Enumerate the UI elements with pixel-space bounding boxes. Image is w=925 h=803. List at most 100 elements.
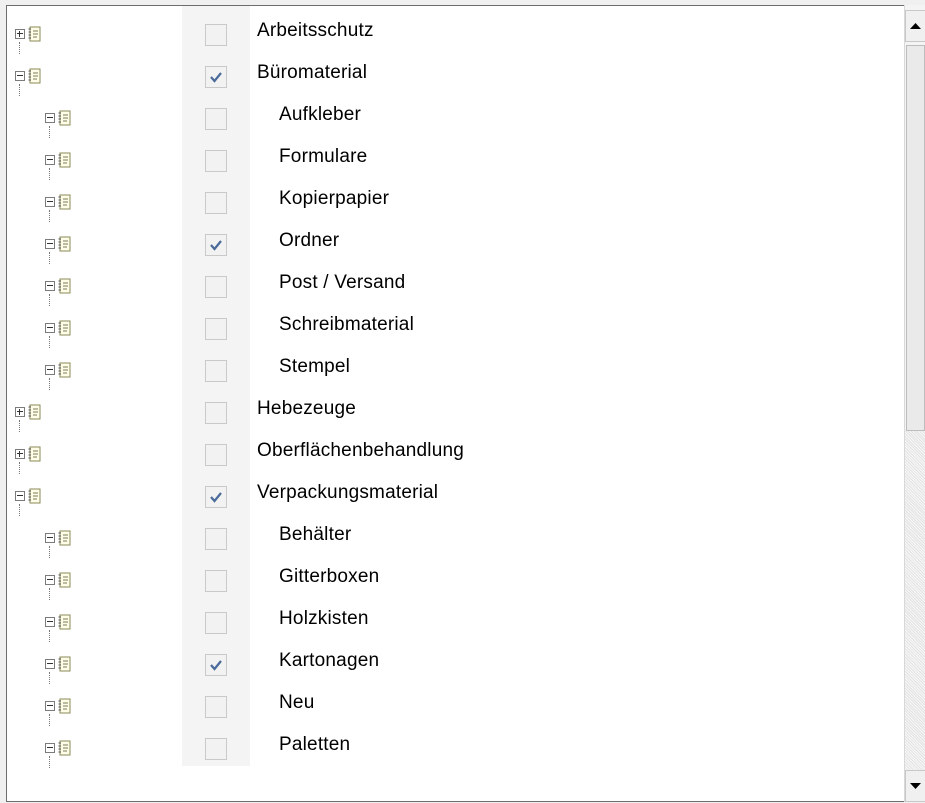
checkbox[interactable] <box>205 108 227 130</box>
checkbox-checked[interactable] <box>205 66 227 88</box>
checkbox[interactable] <box>205 612 227 634</box>
checkbox[interactable] <box>205 276 227 298</box>
note-icon <box>58 362 71 378</box>
note-icon <box>58 110 71 126</box>
tree-row[interactable]: Aufkleber <box>7 96 897 138</box>
tree-connector <box>49 714 50 726</box>
checkbox[interactable] <box>205 150 227 172</box>
tree-connector <box>49 630 50 642</box>
tree-connector <box>19 504 20 516</box>
tree-row[interactable]: Formulare <box>7 138 897 180</box>
note-icon <box>28 404 41 420</box>
collapse-icon[interactable] <box>45 701 55 711</box>
expand-icon[interactable] <box>15 407 25 417</box>
note-icon <box>58 152 71 168</box>
tree-item-label[interactable]: Behälter <box>279 524 351 546</box>
tree-item-label[interactable]: Arbeitsschutz <box>257 20 374 42</box>
tree-item-label[interactable]: Kopierpapier <box>279 188 389 210</box>
tree-item-label[interactable]: Formulare <box>279 146 367 168</box>
expand-icon[interactable] <box>15 29 25 39</box>
checkbox-checked[interactable] <box>205 486 227 508</box>
tree-row[interactable]: Schreibmaterial <box>7 306 897 348</box>
checkbox[interactable] <box>205 444 227 466</box>
scroll-up-button[interactable] <box>905 10 925 42</box>
collapse-icon[interactable] <box>45 323 55 333</box>
checkbox[interactable] <box>205 24 227 46</box>
note-icon <box>28 446 41 462</box>
arrow-down-icon <box>910 783 921 789</box>
tree-item-label[interactable]: Oberflächenbehandlung <box>257 440 464 462</box>
note-icon <box>58 656 71 672</box>
note-icon <box>58 320 71 336</box>
tree-item-label[interactable]: Stempel <box>279 356 350 378</box>
tree-item-label[interactable]: Holzkisten <box>279 608 369 630</box>
category-tree[interactable]: Arbeitsschutz Büromaterial Aufkleber Formul… <box>6 5 904 802</box>
tree-item-label[interactable]: Büromaterial <box>257 62 367 84</box>
collapse-icon[interactable] <box>15 491 25 501</box>
tree-row[interactable]: Behälter <box>7 516 897 558</box>
tree-connector <box>49 336 50 348</box>
tree-row[interactable]: Holzkisten <box>7 600 897 642</box>
tree-row[interactable]: Neu <box>7 684 897 726</box>
scrollbar-thumb[interactable] <box>906 45 925 431</box>
collapse-icon[interactable] <box>45 575 55 585</box>
checkbox[interactable] <box>205 696 227 718</box>
tree-connector <box>49 168 50 180</box>
tree-item-label[interactable]: Paletten <box>279 734 350 756</box>
tree-row[interactable]: Verpackungsmaterial <box>7 474 897 516</box>
tree-row[interactable]: Paletten <box>7 726 897 768</box>
tree-item-label[interactable]: Aufkleber <box>279 104 361 126</box>
note-icon <box>28 68 41 84</box>
tree-row[interactable]: Hebezeuge <box>7 390 897 432</box>
collapse-icon[interactable] <box>45 533 55 543</box>
collapse-icon[interactable] <box>45 239 55 249</box>
vertical-scrollbar[interactable] <box>904 5 925 802</box>
tree-item-label[interactable]: Verpackungsmaterial <box>257 482 438 504</box>
tree-row[interactable]: Post / Versand <box>7 264 897 306</box>
tree-row[interactable]: Stempel <box>7 348 897 390</box>
scroll-down-button[interactable] <box>905 770 925 802</box>
tree-connector <box>49 546 50 558</box>
note-icon <box>58 698 71 714</box>
collapse-icon[interactable] <box>45 281 55 291</box>
checkbox[interactable] <box>205 318 227 340</box>
checkbox[interactable] <box>205 192 227 214</box>
tree-row[interactable]: Gitterboxen <box>7 558 897 600</box>
collapse-icon[interactable] <box>45 743 55 753</box>
tree-row[interactable]: Büromaterial <box>7 54 897 96</box>
tree-connector <box>49 294 50 306</box>
tree-row[interactable]: Arbeitsschutz <box>7 12 897 54</box>
arrow-up-icon <box>910 23 921 29</box>
collapse-icon[interactable] <box>45 365 55 375</box>
tree-row[interactable]: Ordner <box>7 222 897 264</box>
tree-item-label[interactable]: Post / Versand <box>279 272 405 294</box>
note-icon <box>58 740 71 756</box>
checkmark-icon <box>210 240 222 251</box>
collapse-icon[interactable] <box>45 197 55 207</box>
collapse-icon[interactable] <box>45 113 55 123</box>
tree-item-label[interactable]: Ordner <box>279 230 339 252</box>
tree-connector <box>19 84 20 96</box>
tree-row[interactable]: Kartonagen <box>7 642 897 684</box>
checkbox[interactable] <box>205 360 227 382</box>
expand-icon[interactable] <box>15 449 25 459</box>
collapse-icon[interactable] <box>45 659 55 669</box>
tree-item-label[interactable]: Kartonagen <box>279 650 379 672</box>
checkbox[interactable] <box>205 528 227 550</box>
checkbox[interactable] <box>205 738 227 760</box>
tree-row[interactable]: Kopierpapier <box>7 180 897 222</box>
collapse-icon[interactable] <box>45 617 55 627</box>
tree-row[interactable]: Oberflächenbehandlung <box>7 432 897 474</box>
tree-connector <box>49 210 50 222</box>
tree-item-label[interactable]: Neu <box>279 692 314 714</box>
tree-item-label[interactable]: Hebezeuge <box>257 398 356 420</box>
scrollbar-track[interactable] <box>905 431 925 775</box>
tree-item-label[interactable]: Gitterboxen <box>279 566 379 588</box>
checkbox[interactable] <box>205 570 227 592</box>
checkbox-checked[interactable] <box>205 234 227 256</box>
collapse-icon[interactable] <box>45 155 55 165</box>
collapse-icon[interactable] <box>15 71 25 81</box>
checkbox-checked[interactable] <box>205 654 227 676</box>
tree-item-label[interactable]: Schreibmaterial <box>279 314 414 336</box>
checkbox[interactable] <box>205 402 227 424</box>
